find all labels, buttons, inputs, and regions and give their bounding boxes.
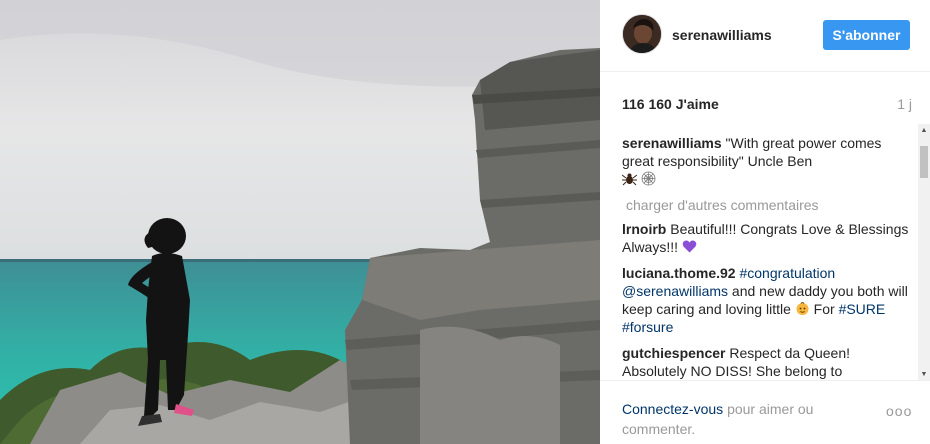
hashtag-link[interactable]: #SURE <box>839 301 886 317</box>
likes-row: 116 160 J'aime 1 j <box>622 96 912 116</box>
baby-emoji-icon <box>795 301 810 316</box>
post-footer: Connectez-vous pour aimer ou commenter. … <box>600 380 930 444</box>
avatar-image <box>623 15 661 53</box>
comment-item: lrnoirb Beautiful!!! Congrats Love & Ble… <box>622 220 912 256</box>
spider-emoji-icon <box>622 171 638 186</box>
scroll-up-arrow-icon[interactable]: ▲ <box>918 124 930 136</box>
comment-username[interactable]: gutchiespencer <box>622 345 725 361</box>
likes-count[interactable]: 116 160 J'aime <box>622 96 719 112</box>
post-photo[interactable] <box>0 0 600 444</box>
follow-button[interactable]: S'abonner <box>823 20 910 50</box>
comment-username[interactable]: luciana.thome.92 <box>622 265 736 281</box>
comment-username[interactable]: lrnoirb <box>622 221 666 237</box>
caption-username[interactable]: serenawilliams <box>622 135 722 151</box>
comment-item: luciana.thome.92 #congratulation @serena… <box>622 264 912 336</box>
scrollbar-thumb[interactable] <box>920 146 928 178</box>
post-time[interactable]: 1 j <box>897 96 912 112</box>
caption: serenawilliams "With great power comes g… <box>622 134 912 188</box>
comments-scrollbar[interactable]: ▲ ▼ <box>918 124 930 380</box>
comment-text: For <box>813 301 835 317</box>
login-link[interactable]: Connectez-vous <box>622 401 723 417</box>
mention-link[interactable]: @serenawilliams <box>622 283 728 299</box>
post-header: serenawilliams S'abonner <box>600 0 930 72</box>
load-more-comments-button[interactable]: charger d'autres commentaires <box>626 196 912 214</box>
hashtag-link[interactable]: #congratulation <box>739 265 835 281</box>
purple-heart-emoji-icon <box>682 239 697 254</box>
comments-list: serenawilliams "With great power comes g… <box>622 134 912 380</box>
post-side-panel: serenawilliams S'abonner 116 160 J'aime … <box>600 0 930 444</box>
scroll-down-arrow-icon[interactable]: ▼ <box>918 368 930 380</box>
post-author-username[interactable]: serenawilliams <box>672 27 772 43</box>
comment-item: gutchiespencer Respect da Queen! Absolut… <box>622 344 912 380</box>
spiderweb-emoji-icon <box>641 171 656 186</box>
hashtag-link[interactable]: #forsure <box>622 319 673 335</box>
photo-illustration <box>0 0 600 444</box>
avatar[interactable] <box>622 14 662 54</box>
login-prompt: Connectez-vous pour aimer ou commenter. <box>622 399 852 439</box>
more-options-button[interactable]: ooo <box>886 403 912 419</box>
